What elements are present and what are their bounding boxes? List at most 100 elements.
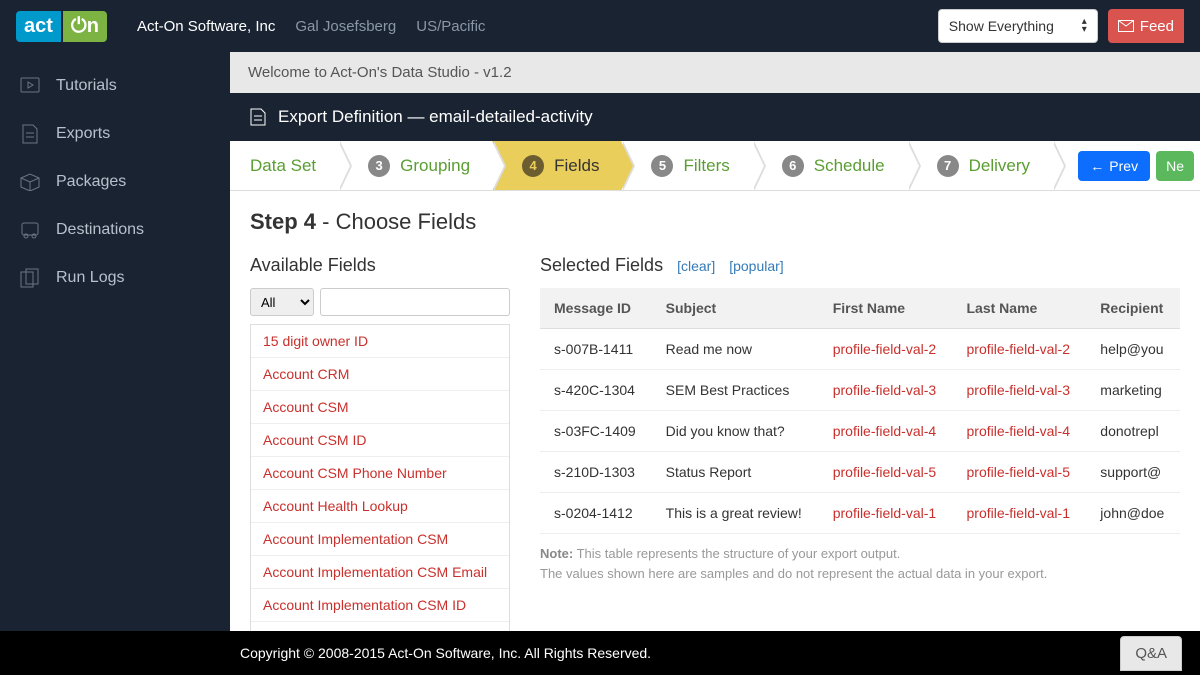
available-field[interactable]: Account CRM [251,358,509,391]
envelope-icon [1118,20,1134,32]
cell-subject: Did you know that? [652,411,819,452]
cell-last: profile-field-val-4 [953,411,1087,452]
export-header: Export Definition — email-detailed-activ… [230,93,1200,141]
copy-icon [20,268,40,288]
cell-msg: s-007B-1411 [540,329,652,370]
step-label: Data Set [250,156,316,176]
sidebar-label: Tutorials [56,77,117,95]
note-bold: Note: [540,546,573,561]
cell-first: profile-field-val-5 [819,452,953,493]
topbar: act ⏻n Act-On Software, Inc Gal Josefsbe… [0,0,1200,52]
popular-link[interactable]: [popular] [729,258,783,274]
note-text: Note: This table represents the structur… [540,544,1180,583]
step-filters[interactable]: 5 Filters [621,141,751,190]
table-row: s-007B-1411 Read me now profile-field-va… [540,329,1180,370]
step-label: Delivery [969,156,1030,176]
cell-recip: help@you [1086,329,1180,370]
table-row: s-0204-1412 This is a great review! prof… [540,493,1180,534]
next-button[interactable]: Ne [1156,151,1194,181]
show-selector-value: Show Everything [949,18,1054,34]
available-field[interactable]: Account Implementation CSM [251,622,509,631]
cell-msg: s-420C-1304 [540,370,652,411]
cell-recip: support@ [1086,452,1180,493]
available-field[interactable]: Account Implementation CSM ID [251,589,509,622]
clear-link[interactable]: [clear] [677,258,715,274]
step-delivery[interactable]: 7 Delivery [907,141,1052,190]
feedback-button[interactable]: Feed [1108,9,1184,43]
available-field[interactable]: Account Health Lookup [251,490,509,523]
selected-fields-table: Message ID Subject First Name Last Name … [540,288,1180,534]
cell-last: profile-field-val-3 [953,370,1087,411]
step-grouping[interactable]: 3 Grouping [338,141,492,190]
footer: Copyright © 2008-2015 Act-On Software, I… [0,631,1200,675]
step-heading: Step 4 - Choose Fields [250,209,1180,235]
step-number: 4 [522,155,544,177]
step-title-bold: Step 4 [250,209,316,234]
sidebar-label: Packages [56,173,126,191]
arrow-left-icon: ← [1090,158,1104,174]
available-field[interactable]: 15 digit owner ID [251,325,509,358]
sidebar-item-destinations[interactable]: Destinations [0,206,230,254]
field-search-input[interactable] [320,288,510,316]
logo-on: ⏻n [63,11,107,42]
cell-subject: Status Report [652,452,819,493]
cell-first: profile-field-val-2 [819,329,953,370]
available-field[interactable]: Account CSM Phone Number [251,457,509,490]
cell-recip: john@doe [1086,493,1180,534]
feedback-label: Feed [1140,18,1174,35]
sidebar: Tutorials Exports Packages Destinations … [0,52,230,631]
selected-fields-panel: Selected Fields [clear] [popular] Messag… [540,255,1180,631]
sidebar-label: Run Logs [56,269,125,287]
col-subject[interactable]: Subject [652,288,819,329]
prev-button[interactable]: ← Prev [1078,151,1150,181]
cell-subject: This is a great review! [652,493,819,534]
step-title-rest: - Choose Fields [316,209,476,234]
show-everything-select[interactable]: Show Everything ▴▾ [938,9,1098,43]
note-line2: The values shown here are samples and do… [540,566,1047,581]
selected-heading-text: Selected Fields [540,255,663,276]
step-fields[interactable]: 4 Fields [492,141,621,190]
step-number: 3 [368,155,390,177]
welcome-text: Welcome to Act-On's Data Studio - v1.2 [230,52,1200,93]
available-field[interactable]: Account Implementation CSM [251,523,509,556]
available-fields-list: 15 digit owner ID Account CRM Account CS… [250,324,510,631]
step-schedule[interactable]: 6 Schedule [752,141,907,190]
col-recipient[interactable]: Recipient [1086,288,1180,329]
updown-icon: ▴▾ [1082,18,1087,34]
table-row: s-210D-1303 Status Report profile-field-… [540,452,1180,493]
timezone: US/Pacific [416,18,485,35]
step-label: Schedule [814,156,885,176]
available-field[interactable]: Account Implementation CSM Email [251,556,509,589]
available-field[interactable]: Account CSM ID [251,424,509,457]
available-field[interactable]: Account CSM [251,391,509,424]
qa-button[interactable]: Q&A [1120,636,1182,671]
sidebar-item-packages[interactable]: Packages [0,158,230,206]
sidebar-label: Destinations [56,221,144,239]
prev-label: Prev [1109,158,1138,174]
available-fields-panel: Available Fields All 15 digit owner ID A… [250,255,510,631]
export-title: Export Definition — email-detailed-activ… [278,107,593,127]
logo[interactable]: act ⏻n [16,11,107,42]
category-select[interactable]: All [250,288,314,316]
col-last-name[interactable]: Last Name [953,288,1087,329]
note-line1: This table represents the structure of y… [573,546,900,561]
sidebar-item-exports[interactable]: Exports [0,110,230,158]
cell-recip: marketing [1086,370,1180,411]
cell-subject: Read me now [652,329,819,370]
selected-heading: Selected Fields [clear] [popular] [540,255,1180,276]
step-number: 5 [651,155,673,177]
sidebar-item-tutorials[interactable]: Tutorials [0,62,230,110]
available-heading: Available Fields [250,255,510,276]
col-message-id[interactable]: Message ID [540,288,652,329]
cell-msg: s-0204-1412 [540,493,652,534]
copyright: Copyright © 2008-2015 Act-On Software, I… [240,645,651,661]
step-label: Fields [554,156,599,176]
logo-act: act [16,11,61,42]
col-first-name[interactable]: First Name [819,288,953,329]
step-label: Grouping [400,156,470,176]
wizard-steps: Data Set 3 Grouping 4 Fields 5 Filters 6… [230,141,1200,191]
bus-icon [20,220,40,240]
sidebar-item-runlogs[interactable]: Run Logs [0,254,230,302]
cell-last: profile-field-val-1 [953,493,1087,534]
step-dataset[interactable]: Data Set [236,141,338,190]
